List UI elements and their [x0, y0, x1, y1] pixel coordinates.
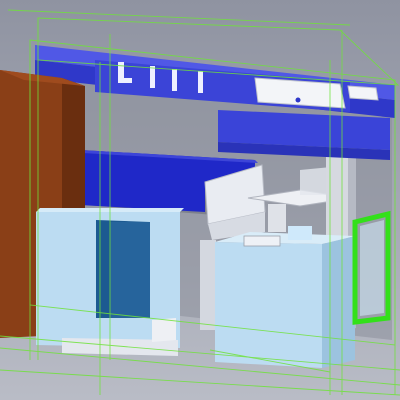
right-counter	[215, 226, 355, 368]
canopy-light-1	[118, 62, 124, 80]
canopy-light-4	[172, 69, 177, 91]
counter-tray	[243, 235, 281, 247]
counter-container	[288, 226, 312, 240]
canopy-light-3	[150, 66, 155, 88]
canopy-light-2	[118, 78, 132, 83]
canopy-light-5	[198, 71, 203, 93]
cad-scene[interactable]	[0, 0, 400, 400]
cad-viewport[interactable]	[0, 0, 400, 400]
